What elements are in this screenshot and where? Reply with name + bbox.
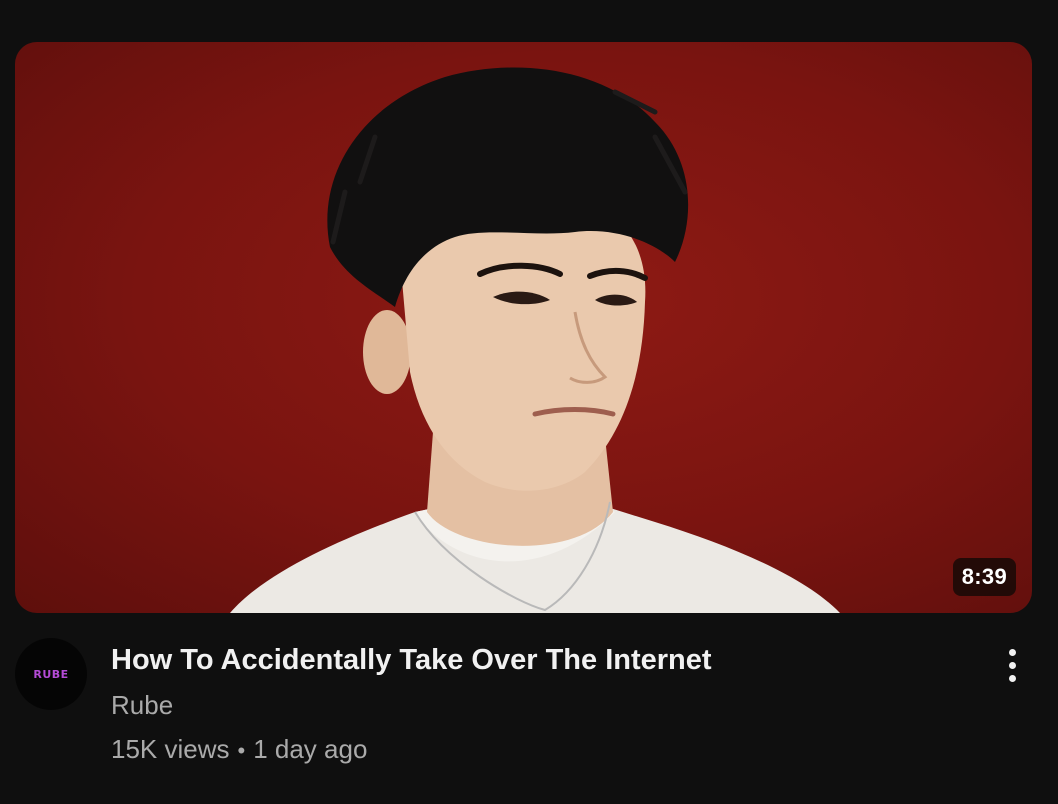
video-duration-badge: 8:39 — [952, 558, 1016, 596]
more-vertical-icon-dot — [1008, 674, 1016, 682]
video-thumbnail[interactable]: 8:39 — [15, 42, 1032, 613]
view-count: 15K views — [111, 734, 230, 764]
video-metadata: 15K views • 1 day ago — [111, 732, 971, 768]
channel-name-link[interactable]: Rube — [111, 688, 971, 722]
channel-avatar[interactable]: RUBE — [15, 638, 87, 710]
video-title[interactable]: How To Accidentally Take Over The Intern… — [111, 640, 971, 680]
more-vertical-icon — [1008, 648, 1016, 656]
metadata-separator: • — [237, 738, 246, 763]
more-actions-button[interactable] — [992, 642, 1032, 688]
video-details: How To Accidentally Take Over The Intern… — [111, 640, 971, 768]
video-card: 8:39 RUBE How To Accidentally Take Over … — [0, 0, 1058, 804]
thumbnail-portrait-image — [230, 67, 840, 613]
published-time: 1 day ago — [253, 734, 368, 764]
channel-avatar-logo-text: RUBE — [33, 667, 69, 681]
more-vertical-icon-dot — [1008, 661, 1016, 669]
